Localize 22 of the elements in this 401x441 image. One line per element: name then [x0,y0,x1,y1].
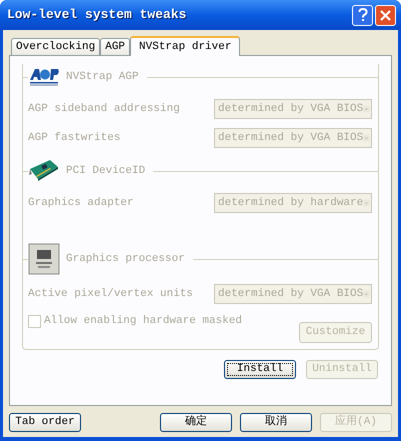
field-label: Graphics adapter [28,196,134,211]
tab[interactable]: Overclocking [11,38,100,55]
tab-order-button[interactable]: Tab order [9,413,81,432]
tab[interactable]: NVStrap driver [130,36,240,56]
window-title: Low-level system tweaks [7,6,188,24]
field-label: AGP fastwrites [28,130,120,146]
section-title: PCI DeviceID [66,164,146,179]
ok-button[interactable]: 确定 [160,413,232,432]
field-label: Active pixel/vertex units [28,286,194,302]
checkbox-label: Allow enabling hardware masked [44,314,242,329]
section-title: NVStrap AGP [66,70,139,85]
chip-icon [28,243,60,275]
help-icon [358,8,368,22]
agp-logo-icon [28,67,60,87]
section-title: Graphics processor [66,252,185,267]
close-icon [380,10,391,20]
help-button[interactable] [352,4,373,26]
close-button[interactable] [375,4,396,26]
field-label: AGP sideband addressing [28,102,180,117]
tab[interactable]: AGP [100,38,130,55]
install-button[interactable]: Install [224,360,296,379]
cancel-button[interactable]: 取消 [240,413,312,432]
